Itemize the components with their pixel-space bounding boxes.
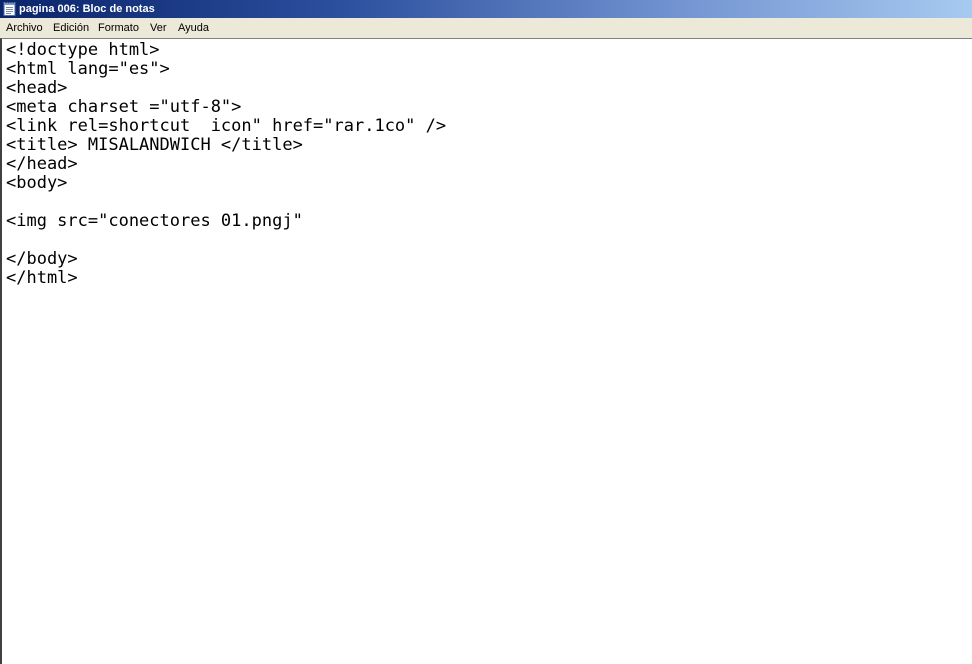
notepad-window: pagina 006: Bloc de notas Archivo Edició…: [0, 0, 972, 664]
text-editor[interactable]: [6, 41, 966, 659]
menu-edicion[interactable]: Edición: [53, 18, 89, 38]
menu-ver[interactable]: Ver: [150, 18, 167, 38]
menu-archivo[interactable]: Archivo: [6, 18, 43, 38]
editor-frame: [0, 38, 972, 664]
menu-ayuda[interactable]: Ayuda: [178, 18, 209, 38]
menu-formato[interactable]: Formato: [98, 18, 139, 38]
menu-bar: Archivo Edición Formato Ver Ayuda: [0, 18, 972, 38]
notepad-icon[interactable]: [3, 1, 16, 16]
title-bar[interactable]: pagina 006: Bloc de notas: [0, 0, 972, 18]
window-title: pagina 006: Bloc de notas: [19, 3, 155, 15]
